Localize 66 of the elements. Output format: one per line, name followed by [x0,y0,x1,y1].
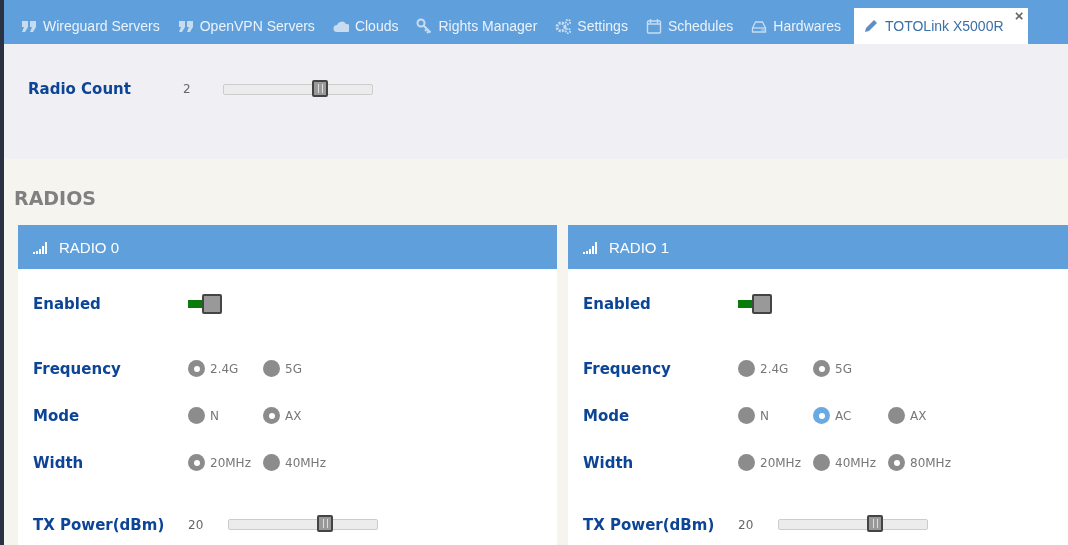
slider[interactable] [778,515,928,534]
field-label: TX Power(dBm) [583,515,716,534]
option-label: AC [835,408,852,423]
settings-icon [555,17,572,34]
option-label: N [760,408,769,423]
slider-thumb[interactable] [866,515,883,532]
option-label: 40MHz [835,455,876,470]
option-label: AX [910,408,927,423]
radio-button[interactable] [813,407,830,424]
radio-button[interactable] [188,360,205,377]
option-label: N [210,408,219,423]
slider-thumb[interactable] [311,79,328,97]
option-label: 2.4G [210,361,239,376]
tab[interactable]: Clouds [323,7,408,44]
radio-button[interactable] [813,360,830,377]
option-label: 2.4G [760,361,789,376]
radio-button[interactable] [738,407,755,424]
close-button[interactable]: × [1014,7,1024,24]
option-label: 20MHz [210,455,251,470]
slider[interactable] [223,79,373,99]
field-label: TX Power(dBm) [33,515,166,534]
tab[interactable]: Schedules [636,7,743,44]
tab[interactable]: TOTOLink X5000R × [854,7,1028,44]
card-title: RADIO 0 [59,238,119,256]
value-label: 20 [738,517,755,532]
option-label: AX [285,408,302,423]
radio-button[interactable] [738,454,755,471]
option-label: 40MHz [285,455,326,470]
toggle-switch[interactable] [738,294,772,314]
option-label: 80MHz [910,455,951,470]
radio-button[interactable] [738,360,755,377]
radio-button[interactable] [888,407,905,424]
tab[interactable]: Wireguard Servers [12,7,169,44]
slider[interactable] [228,515,378,534]
radio-button[interactable] [263,407,280,424]
radio-button[interactable] [263,454,280,471]
field-label: Frequency [33,359,122,378]
option-label: 20MHz [760,455,801,470]
radio-button[interactable] [813,454,830,471]
field-label: Mode [583,406,631,425]
field-label: Mode [33,406,81,425]
option-label: 5G [835,361,852,376]
section-title: RADIOS [14,187,97,209]
value-label: 2 [183,82,192,97]
card-title: RADIO 1 [609,238,669,256]
tab[interactable]: OpenVPN Servers [168,7,324,44]
field-label: Frequency [583,359,672,378]
value-label: 20 [188,517,205,532]
radio-button[interactable] [188,407,205,424]
radio-button[interactable] [263,360,280,377]
radio-button[interactable] [888,454,905,471]
toggle-switch[interactable] [188,294,222,314]
slider-thumb[interactable] [316,515,333,532]
calendar-icon [645,17,662,34]
field-label: Width [583,453,635,472]
tab[interactable]: Settings [546,7,637,44]
tab[interactable]: Rights Manager [407,7,547,44]
field-label: Enabled [33,295,102,313]
option-label: 5G [285,361,302,376]
pencil-icon [863,17,879,34]
key-icon [416,17,433,34]
field-label: Radio Count [28,80,132,99]
field-label: Enabled [583,295,652,313]
field-label: Width [33,453,85,472]
tab[interactable]: Hardwares [742,7,850,44]
radio-button[interactable] [188,454,205,471]
